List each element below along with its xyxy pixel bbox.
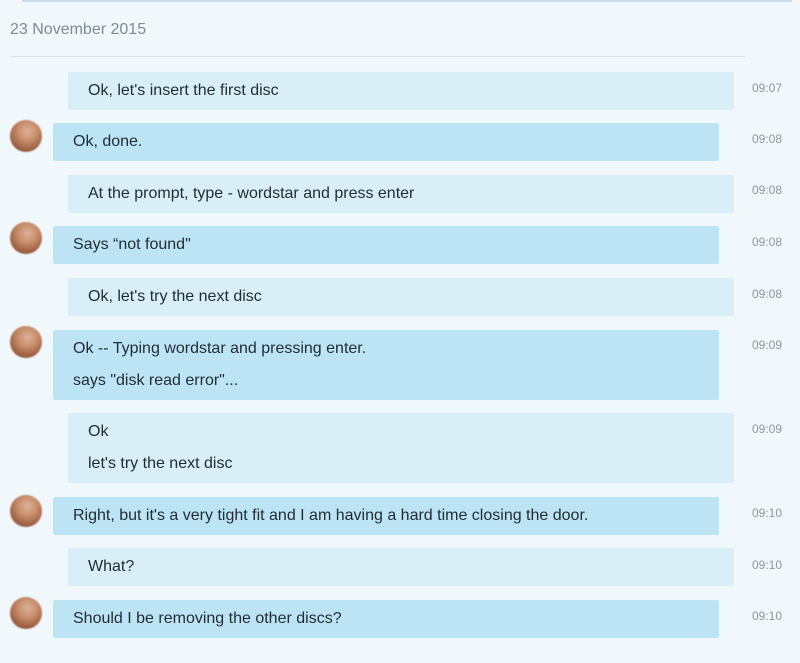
message-timestamp: 09:08 [751, 235, 782, 249]
message-bubble-incoming[interactable]: Right, but it's a very tight fit and I a… [53, 497, 719, 535]
message-text: Ok, let's insert the first disc [88, 82, 279, 99]
message-text: Should I be removing the other discs? [73, 610, 342, 627]
message-bubble-incoming[interactable]: Should I be removing the other discs? [53, 600, 719, 638]
message-timestamp: 09:08 [751, 287, 782, 301]
date-header: 23 November 2015 [10, 21, 147, 38]
message-bubble-incoming[interactable]: Ok -- Typing wordstar and pressing enter… [53, 330, 719, 400]
message-timestamp: 09:10 [751, 609, 782, 623]
message-text: What? [88, 558, 135, 575]
message-bubble-outgoing[interactable]: Ok, let's insert the first disc [68, 72, 734, 110]
message-bubble-outgoing[interactable]: Ok let's try the next disc [68, 413, 734, 483]
message-timestamp: 09:09 [751, 338, 782, 352]
top-border [22, 0, 792, 2]
avatar[interactable] [10, 222, 42, 254]
message-bubble-incoming[interactable]: Ok, done. [53, 123, 719, 161]
message-bubble-outgoing[interactable]: What? [68, 548, 734, 586]
avatar[interactable] [10, 120, 42, 152]
message-bubble-outgoing[interactable]: At the prompt, type - wordstar and press… [68, 175, 734, 213]
message-text: Says “not found" [73, 236, 191, 253]
avatar[interactable] [10, 597, 42, 629]
message-text: Right, but it's a very tight fit and I a… [73, 507, 589, 524]
message-timestamp: 09:08 [751, 183, 782, 197]
message-text: Ok [88, 423, 109, 440]
message-timestamp: 09:07 [751, 81, 782, 95]
message-bubble-incoming[interactable]: Says “not found" [53, 226, 719, 264]
message-timestamp: 09:10 [751, 558, 782, 572]
message-text: At the prompt, type - wordstar and press… [88, 185, 415, 202]
message-timestamp: 09:10 [751, 506, 782, 520]
message-text: let's try the next disc [88, 455, 233, 472]
message-text: says "disk read error"... [73, 372, 239, 389]
message-timestamp: 09:09 [751, 422, 782, 436]
avatar[interactable] [10, 326, 42, 358]
avatar[interactable] [10, 495, 42, 527]
message-timestamp: 09:08 [751, 132, 782, 146]
message-text: Ok, done. [73, 133, 143, 150]
message-text: Ok, let's try the next disc [88, 288, 262, 305]
message-text: Ok -- Typing wordstar and pressing enter… [73, 340, 367, 357]
message-bubble-outgoing[interactable]: Ok, let's try the next disc [68, 278, 734, 316]
date-divider [10, 56, 745, 57]
